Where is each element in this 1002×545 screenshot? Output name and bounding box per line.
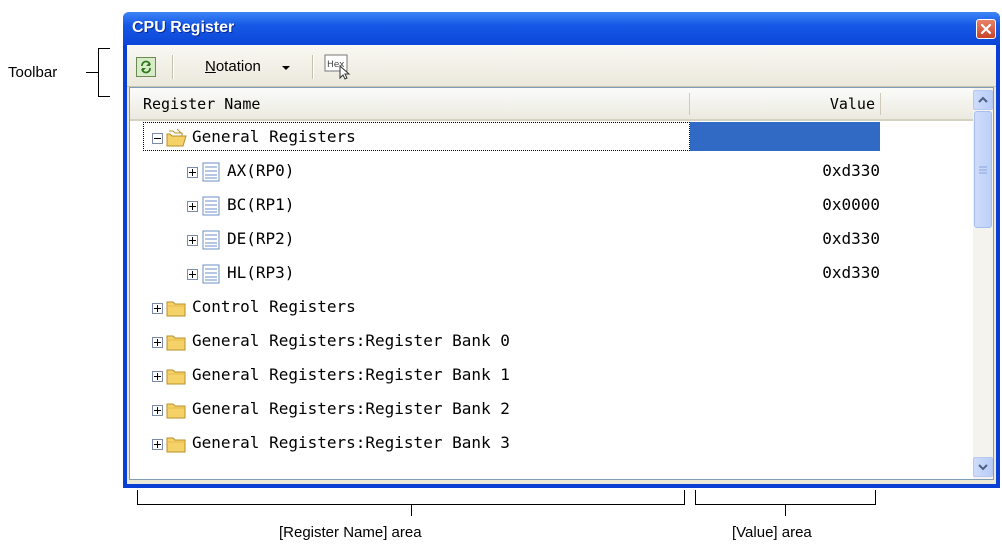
table-row[interactable]: General Registers — [130, 121, 973, 155]
scroll-up-button[interactable] — [973, 90, 993, 110]
title-bar[interactable]: CPU Register — [123, 12, 1000, 45]
register-value-cell[interactable]: 0xd330 — [822, 229, 880, 248]
register-grid: Register Name Value General Registers AX(… — [129, 87, 994, 480]
table-row[interactable]: General Registers:Register Bank 3 — [130, 427, 973, 461]
expand-icon[interactable] — [152, 303, 163, 314]
window-client: Notation Hex Register Name Value General… — [127, 45, 996, 484]
folder-icon — [166, 400, 188, 425]
folder-icon — [166, 434, 188, 459]
column-divider[interactable] — [880, 93, 881, 115]
expand-icon[interactable] — [152, 405, 163, 416]
register-value-cell[interactable]: 0xd330 — [822, 161, 880, 180]
expand-icon[interactable] — [187, 167, 198, 178]
notation-mnemonic: N — [205, 58, 216, 75]
folder-icon — [166, 366, 188, 391]
toolbar-annotation-bracket-top — [98, 48, 110, 49]
value-area-bracket-tick — [785, 505, 786, 516]
register-name-area-bracket-right — [684, 490, 685, 505]
register-name-cell: Control Registers — [192, 297, 356, 316]
value-area-annotation: [Value] area — [732, 524, 812, 541]
folder-icon — [166, 332, 188, 357]
notation-dropdown[interactable]: Notation — [205, 58, 261, 75]
toolbar-annotation-bracket — [86, 72, 98, 73]
register-name-area-annotation: [Register Name] area — [279, 524, 422, 541]
window-title: CPU Register — [132, 19, 235, 36]
table-row[interactable]: General Registers:Register Bank 0 — [130, 325, 973, 359]
toolbar-annotation-bracket-bottom — [98, 96, 110, 97]
notation-label: otation — [215, 58, 261, 75]
expand-icon[interactable] — [187, 235, 198, 246]
expand-icon[interactable] — [152, 371, 163, 382]
register-name-cell: General Registers:Register Bank 0 — [192, 331, 510, 350]
toolbar-annotation-label: Toolbar — [8, 64, 58, 81]
collapse-icon[interactable] — [152, 133, 163, 144]
close-icon[interactable] — [976, 19, 996, 39]
column-header-value-label: Value — [829, 95, 875, 113]
register-name-area-bracket-tick — [411, 505, 412, 516]
expand-icon[interactable] — [152, 337, 163, 348]
scrollbar-thumb[interactable] — [974, 111, 992, 228]
table-row[interactable]: General Registers:Register Bank 1 — [130, 359, 973, 393]
table-row[interactable]: HL(RP3) 0xd330 — [130, 257, 973, 291]
folder-open-icon — [166, 128, 188, 153]
toolbar: Notation Hex — [127, 45, 996, 87]
register-name-cell: DE(RP2) — [227, 229, 295, 248]
selected-value-cell[interactable] — [690, 122, 880, 151]
refresh-icon[interactable] — [136, 57, 156, 77]
register-icon — [201, 162, 221, 187]
hex-icon[interactable]: Hex — [324, 54, 354, 80]
table-row[interactable]: AX(RP0) 0xd330 — [130, 155, 973, 189]
register-icon — [201, 230, 221, 255]
register-icon — [201, 196, 221, 221]
table-row[interactable]: Control Registers — [130, 291, 973, 325]
register-name-cell: AX(RP0) — [227, 161, 295, 180]
table-row[interactable]: BC(RP1) 0x0000 — [130, 189, 973, 223]
toolbar-separator — [172, 55, 174, 79]
cpu-register-window: CPU Register Notation Hex Register Name … — [123, 12, 1000, 488]
register-name-cell: General Registers:Register Bank 1 — [192, 365, 510, 384]
register-name-cell: General Registers:Register Bank 3 — [192, 433, 510, 452]
vertical-scrollbar[interactable] — [973, 88, 993, 479]
value-area-bracket-right — [875, 490, 876, 505]
expand-icon[interactable] — [187, 269, 198, 280]
table-row[interactable]: DE(RP2) 0xd330 — [130, 223, 973, 257]
register-name-area-bracket-left — [137, 490, 138, 505]
scroll-down-button[interactable] — [973, 457, 993, 477]
toolbar-separator — [312, 55, 314, 79]
toolbar-annotation-bracket-vertical — [98, 48, 99, 96]
folder-icon — [166, 298, 188, 323]
table-row[interactable]: General Registers:Register Bank 2 — [130, 393, 973, 427]
register-value-cell[interactable]: 0x0000 — [822, 195, 880, 214]
expand-icon[interactable] — [187, 201, 198, 212]
column-header-value[interactable]: Value — [690, 88, 880, 119]
column-header-row: Register Name Value — [130, 88, 973, 121]
column-header-register-name[interactable]: Register Name — [143, 95, 260, 113]
expand-icon[interactable] — [152, 439, 163, 450]
register-name-cell: General Registers:Register Bank 2 — [192, 399, 510, 418]
register-name-cell: BC(RP1) — [227, 195, 295, 214]
register-icon — [201, 264, 221, 289]
register-name-cell: HL(RP3) — [227, 263, 295, 282]
register-name-cell: General Registers — [192, 127, 356, 146]
value-area-bracket-left — [695, 490, 696, 505]
chevron-down-icon[interactable] — [282, 66, 290, 70]
register-value-cell[interactable]: 0xd330 — [822, 263, 880, 282]
